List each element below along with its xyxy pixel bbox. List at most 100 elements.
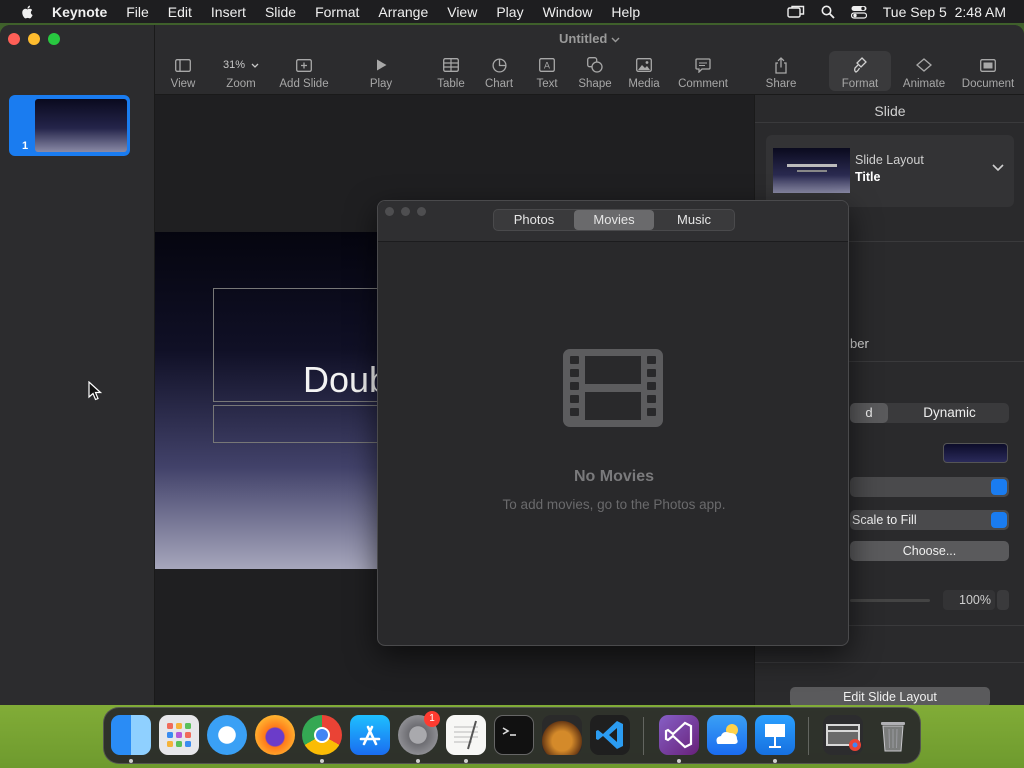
spotlight-search-icon[interactable] bbox=[821, 5, 835, 19]
zoom-control[interactable]: 31% Zoom bbox=[213, 55, 269, 90]
terminal-icon[interactable] bbox=[494, 715, 534, 755]
media-button[interactable]: Media bbox=[627, 55, 661, 90]
opacity-stepper[interactable] bbox=[997, 590, 1009, 610]
minimize-window-button[interactable] bbox=[28, 33, 40, 45]
chevron-down-icon bbox=[611, 37, 620, 43]
chrome-center-icon bbox=[314, 727, 330, 743]
format-button[interactable]: Format bbox=[829, 51, 891, 91]
slide-layout-value: Title bbox=[855, 170, 881, 184]
share-icon bbox=[775, 56, 787, 74]
background-type-segmented-control[interactable]: d Dynamic bbox=[850, 403, 1009, 423]
menu-window[interactable]: Window bbox=[543, 4, 593, 20]
app-store-icon[interactable] bbox=[350, 715, 390, 755]
menu-clock[interactable]: Tue Sep 5 2:48 AM bbox=[883, 4, 1006, 20]
document-button[interactable]: Document bbox=[959, 55, 1017, 90]
add-slide-label: Add Slide bbox=[279, 78, 329, 90]
menu-format[interactable]: Format bbox=[315, 4, 359, 20]
trash-icon[interactable] bbox=[873, 715, 913, 755]
play-icon bbox=[376, 59, 386, 71]
slide-navigator: 1 bbox=[0, 25, 155, 705]
chart-button[interactable]: Chart bbox=[483, 55, 515, 90]
document-title[interactable]: Untitled bbox=[155, 31, 1024, 46]
app-store-glyph bbox=[359, 725, 381, 746]
dock: 1 bbox=[103, 707, 921, 764]
menu-help[interactable]: Help bbox=[611, 4, 640, 20]
chevron-down-icon bbox=[992, 164, 1004, 172]
running-indicator bbox=[320, 759, 324, 763]
downloads-stack-icon[interactable] bbox=[823, 715, 863, 755]
zoom-window-button[interactable] bbox=[48, 33, 60, 45]
share-label: Share bbox=[765, 78, 797, 90]
control-center-icon[interactable] bbox=[850, 5, 867, 19]
empty-state-subtitle: To add movies, go to the Photos app. bbox=[502, 497, 726, 512]
menu-file[interactable]: File bbox=[126, 4, 149, 20]
edit-slide-layout-button[interactable]: Edit Slide Layout bbox=[790, 687, 990, 705]
slide-thumbnail-1[interactable]: 1 bbox=[9, 95, 130, 156]
shape-button[interactable]: Shape bbox=[578, 55, 612, 90]
chrome-icon[interactable] bbox=[302, 715, 342, 755]
menu-edit[interactable]: Edit bbox=[168, 4, 192, 20]
text-button[interactable]: A Text bbox=[533, 55, 561, 90]
media-window-controls bbox=[385, 207, 426, 216]
media-close-button[interactable] bbox=[385, 207, 394, 216]
opacity-slider[interactable] bbox=[850, 599, 930, 602]
safari-icon[interactable] bbox=[207, 715, 247, 755]
choose-image-button[interactable]: Choose... bbox=[850, 541, 1009, 561]
layout-thumbnail bbox=[773, 148, 850, 193]
up-down-chevron-icon bbox=[991, 512, 1007, 528]
view-button[interactable]: View bbox=[169, 55, 197, 90]
menu-view[interactable]: View bbox=[447, 4, 477, 20]
visual-studio-icon[interactable] bbox=[659, 715, 699, 755]
image-scale-popup[interactable]: Scale to Fill bbox=[850, 510, 1009, 530]
opacity-field[interactable]: 100% bbox=[943, 590, 995, 610]
keynote-icon[interactable] bbox=[755, 715, 795, 755]
segment-dynamic[interactable]: Dynamic bbox=[890, 403, 1009, 423]
chart-label: Chart bbox=[484, 78, 514, 90]
menu-slide[interactable]: Slide bbox=[265, 4, 296, 20]
animate-label: Animate bbox=[902, 78, 946, 90]
notification-badge: 1 bbox=[424, 711, 440, 727]
add-slide-button[interactable]: Add Slide bbox=[277, 55, 331, 90]
close-window-button[interactable] bbox=[8, 33, 20, 45]
share-button[interactable]: Share bbox=[763, 55, 799, 90]
screen-mirroring-icon[interactable] bbox=[787, 5, 805, 19]
running-indicator bbox=[464, 759, 468, 763]
menu-play[interactable]: Play bbox=[496, 4, 523, 20]
image-scale-value: Scale to Fill bbox=[852, 513, 917, 527]
tab-music[interactable]: Music bbox=[654, 210, 734, 230]
visual-studio-glyph bbox=[664, 721, 693, 749]
text-label: Text bbox=[536, 78, 558, 90]
weather-icon[interactable] bbox=[707, 715, 747, 755]
photo-icon bbox=[636, 58, 652, 72]
menu-insert[interactable]: Insert bbox=[211, 4, 246, 20]
table-button[interactable]: Table bbox=[435, 55, 467, 90]
animate-diamond-icon bbox=[915, 58, 932, 72]
apple-icon[interactable] bbox=[18, 4, 38, 20]
garageband-icon[interactable] bbox=[542, 715, 582, 755]
window-controls bbox=[8, 33, 60, 45]
textedit-icon[interactable] bbox=[446, 715, 486, 755]
table-label: Table bbox=[437, 78, 465, 90]
launchpad-icon[interactable] bbox=[159, 715, 199, 755]
animate-button[interactable]: Animate bbox=[902, 55, 946, 90]
comment-label: Comment bbox=[678, 78, 728, 90]
terminal-prompt-icon bbox=[502, 727, 516, 736]
finder-icon[interactable] bbox=[111, 715, 151, 755]
comment-button[interactable]: Comment bbox=[676, 55, 730, 90]
media-zoom-button[interactable] bbox=[417, 207, 426, 216]
background-color-well[interactable] bbox=[943, 443, 1008, 463]
fill-type-popup[interactable] bbox=[850, 477, 1009, 497]
segment-partial[interactable]: d bbox=[850, 403, 888, 423]
play-button[interactable]: Play bbox=[367, 55, 395, 90]
zoom-value: 31% bbox=[222, 59, 246, 71]
vscode-icon[interactable] bbox=[590, 715, 630, 755]
media-minimize-button[interactable] bbox=[401, 207, 410, 216]
menu-arrange[interactable]: Arrange bbox=[378, 4, 428, 20]
svg-text:A: A bbox=[544, 62, 551, 72]
firefox-icon[interactable] bbox=[255, 715, 295, 755]
tab-photos[interactable]: Photos bbox=[494, 210, 574, 230]
slide-layout-selector[interactable]: Slide Layout Title bbox=[766, 135, 1014, 207]
tab-movies[interactable]: Movies bbox=[574, 210, 654, 230]
running-indicator bbox=[129, 759, 133, 763]
menu-app-name[interactable]: Keynote bbox=[52, 4, 107, 20]
